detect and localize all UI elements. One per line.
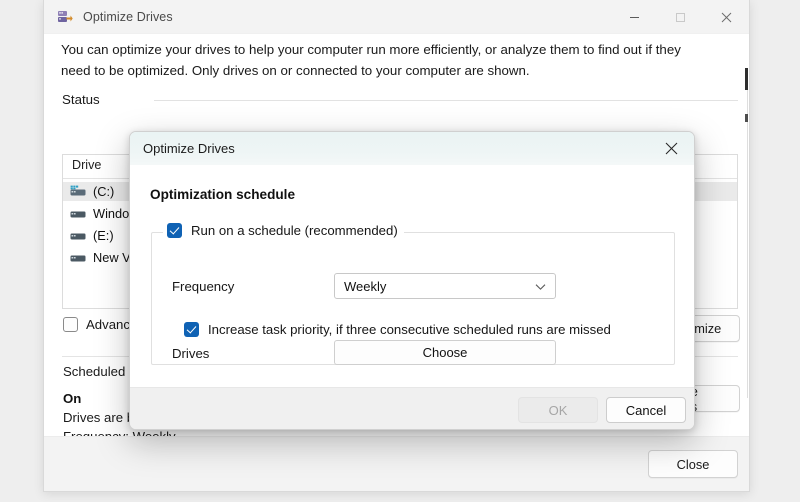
dialog-title: Optimize Drives — [143, 141, 235, 156]
scrollbar-thumb[interactable] — [745, 68, 748, 188]
frequency-label: Frequency — [172, 279, 235, 294]
drive-name: (C:) — [93, 184, 115, 199]
status-section-rule — [154, 100, 738, 101]
run-on-schedule-label: Run on a schedule (recommended) — [191, 223, 398, 238]
window-title: Optimize Drives — [83, 9, 173, 24]
system-drive-icon — [70, 185, 87, 198]
screen: Optimize Drives You can optimize your dr — [0, 0, 800, 502]
chevron-down-icon — [535, 279, 546, 294]
ok-button[interactable]: OK — [518, 397, 598, 423]
window-titlebar: Optimize Drives — [44, 0, 749, 34]
dialog-heading: Optimization schedule — [150, 187, 296, 202]
cancel-button[interactable]: Cancel — [606, 397, 686, 423]
window-footer: Close — [44, 436, 749, 491]
optimization-schedule-dialog: Optimize Drives Optimization schedule Ru… — [129, 131, 695, 430]
minimize-icon[interactable] — [611, 0, 657, 34]
dialog-footer: OK Cancel — [130, 387, 694, 429]
choose-drives-button[interactable]: Choose — [334, 340, 556, 365]
checkbox-checked-box — [167, 223, 182, 238]
drive-icon — [70, 207, 87, 220]
checkbox-box — [63, 317, 78, 332]
window-description: You can optimize your drives to help you… — [61, 42, 681, 78]
close-button[interactable]: Close — [648, 450, 738, 478]
frequency-value: Weekly — [344, 278, 387, 294]
status-section-label: Status — [62, 92, 100, 107]
drive-name: (E:) — [93, 228, 114, 243]
drives-label: Drives — [172, 346, 210, 361]
drive-icon — [70, 229, 87, 242]
drive-icon — [70, 251, 87, 264]
close-icon[interactable] — [649, 132, 694, 165]
caption-buttons — [611, 0, 749, 34]
run-on-schedule-checkbox[interactable]: Run on a schedule (recommended) — [163, 223, 404, 238]
dialog-titlebar: Optimize Drives — [130, 132, 694, 165]
schedule-groupbox: Run on a schedule (recommended) Frequenc… — [151, 223, 675, 365]
increase-priority-label: Increase task priority, if three consecu… — [208, 322, 611, 337]
maximize-icon[interactable] — [657, 0, 703, 34]
increase-priority-checkbox[interactable]: Increase task priority, if three consecu… — [184, 322, 611, 337]
dialog-body: Optimization schedule Run on a schedule … — [130, 165, 694, 387]
checkbox-checked-box — [184, 322, 199, 337]
close-icon[interactable] — [703, 0, 749, 34]
frequency-select[interactable]: Weekly — [334, 273, 556, 299]
optimize-drives-icon — [57, 9, 73, 25]
